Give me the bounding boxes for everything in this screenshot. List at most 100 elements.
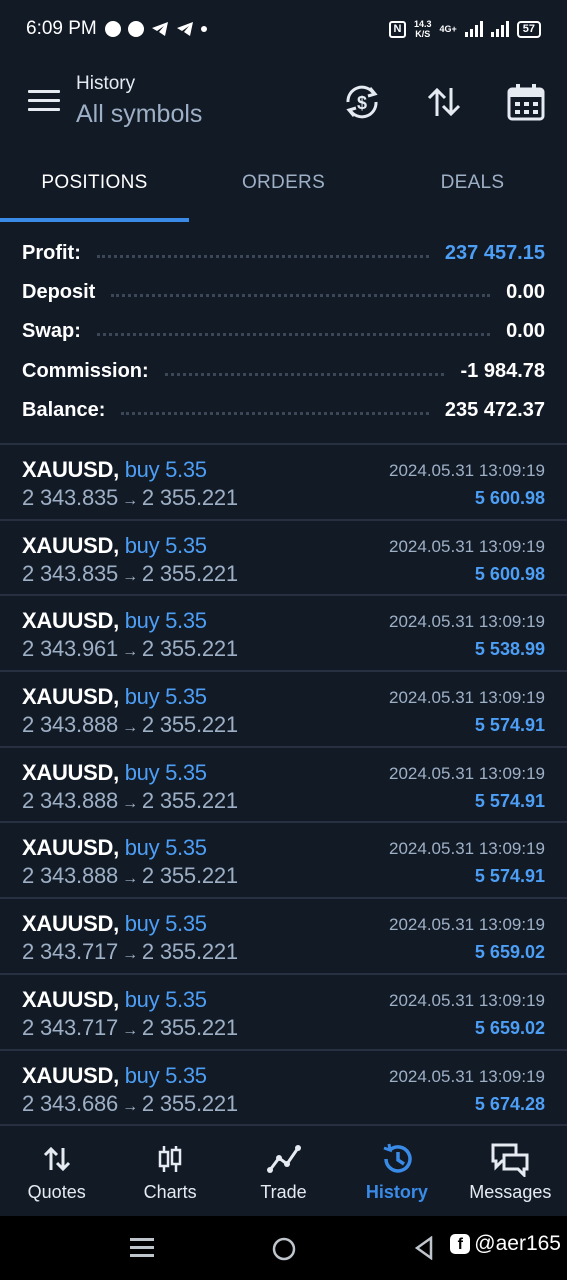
- summary-commission-row: Commission: -1 984.78: [22, 352, 545, 391]
- position-row[interactable]: XAUUSD, buy 5.35 2 343.888 → 2 355.221 2024.…: [0, 748, 567, 824]
- position-row[interactable]: XAUUSD, buy 5.35 2 343.686 → 2 355.221 2024.…: [0, 1051, 567, 1127]
- profit-value: 237 457.15: [444, 242, 545, 265]
- symbol-filter[interactable]: All symbols: [76, 96, 202, 132]
- screen: 6:09 PM N 14.3 K/S 4G+ 57 History All sy…: [0, 0, 567, 1280]
- position-side-volume: buy 5.35: [124, 759, 207, 785]
- nav-messages[interactable]: Messages: [454, 1128, 567, 1216]
- open-price: 2 343.717: [22, 1014, 119, 1040]
- position-symbol: XAUUSD, buy 5.35: [22, 608, 207, 634]
- position-symbol: XAUUSD, buy 5.35: [22, 911, 207, 937]
- position-row[interactable]: XAUUSD, buy 5.35 2 343.961 → 2 355.221 2024.…: [0, 596, 567, 673]
- signal-icon-2: [490, 21, 509, 37]
- symbol-name: XAUUSD,: [22, 1062, 119, 1088]
- symbol-name: XAUUSD,: [22, 986, 119, 1012]
- leader-dots: [164, 372, 445, 376]
- position-time: 2024.05.31 13:09:19: [389, 612, 545, 632]
- close-price: 2 355.221: [141, 485, 238, 510]
- position-row[interactable]: XAUUSD, buy 5.35 2 343.717 → 2 355.221 2024.…: [0, 975, 567, 1051]
- telegram-icon: [104, 21, 121, 37]
- position-profit: 5 574.91: [474, 866, 545, 887]
- position-time: 2024.05.31 13:09:19: [389, 688, 545, 708]
- page-title: History: [76, 73, 136, 94]
- summary-panel: Profit: 237 457.15 Deposit 0.00 Swap: 0.…: [22, 234, 545, 430]
- notification-icons: [104, 21, 207, 37]
- position-time: 2024.05.31 13:09:19: [389, 839, 545, 859]
- position-prices: 2 343.835 → 2 355.221: [22, 485, 238, 511]
- app-notification-icon: [127, 21, 144, 37]
- close-price: 2 355.221: [141, 560, 238, 586]
- position-side-volume: buy 5.35: [124, 1062, 207, 1088]
- summary-balance-row: Balance: 235 472.37: [22, 391, 545, 430]
- leader-dots: [111, 294, 491, 298]
- tab-orders[interactable]: ORDERS: [189, 150, 378, 222]
- currency-exchange-icon: $: [346, 85, 378, 119]
- position-side-volume: buy 5.35: [124, 835, 207, 861]
- balance-label: Balance:: [22, 398, 106, 421]
- tab-deals[interactable]: DEALS: [378, 150, 567, 222]
- balance-value: 235 472.37: [444, 398, 545, 421]
- arrow-right-icon: →: [122, 492, 138, 509]
- menu-button[interactable]: [28, 90, 60, 114]
- position-row[interactable]: XAUUSD, buy 5.35 2 343.835 → 2 355.221 2024.…: [0, 445, 567, 521]
- position-profit: 5 600.98: [474, 488, 545, 508]
- symbol-name: XAUUSD,: [22, 457, 119, 482]
- position-side-volume: buy 5.35: [124, 986, 207, 1012]
- sort-button[interactable]: [422, 80, 466, 124]
- open-price: 2 343.888: [22, 787, 119, 813]
- position-prices: 2 343.888 → 2 355.221: [22, 863, 238, 889]
- net-speed-value: 14.3: [413, 19, 432, 29]
- position-row[interactable]: XAUUSD, buy 5.35 2 343.888 → 2 355.221 2024.…: [0, 823, 567, 900]
- history-icon: [383, 1143, 412, 1173]
- summary-profit-row: Profit: 237 457.15: [22, 234, 545, 273]
- network-type: 4G+: [439, 24, 456, 34]
- recent-apps-button[interactable]: [130, 1236, 154, 1265]
- arrow-right-icon: →: [122, 1021, 138, 1039]
- position-symbol: XAUUSD, buy 5.35: [22, 457, 207, 483]
- recent-apps-icon: [130, 1238, 154, 1257]
- arrow-right-icon: →: [122, 870, 138, 888]
- nav-trade[interactable]: Trade: [227, 1128, 340, 1216]
- nav-history-label: History: [365, 1182, 428, 1202]
- close-price: 2 355.221: [141, 636, 238, 662]
- tab-positions[interactable]: POSITIONS: [0, 150, 189, 222]
- nav-trade-label: Trade: [260, 1182, 307, 1202]
- status-time: 6:09 PM: [26, 18, 97, 39]
- position-symbol: XAUUSD, buy 5.35: [22, 987, 207, 1013]
- nav-quotes[interactable]: Quotes: [0, 1128, 113, 1216]
- position-profit: 5 574.91: [474, 790, 545, 811]
- arrow-right-icon: →: [122, 794, 138, 812]
- home-button[interactable]: [271, 1236, 297, 1267]
- summary-deposit-row: Deposit 0.00: [22, 273, 545, 312]
- nav-charts[interactable]: Charts: [113, 1128, 226, 1216]
- arrow-right-icon: →: [122, 719, 138, 737]
- close-price: 2 355.221: [141, 1090, 238, 1116]
- position-symbol: XAUUSD, buy 5.35: [22, 1063, 207, 1089]
- title-block[interactable]: History All symbols: [76, 72, 202, 132]
- home-icon: [272, 1237, 296, 1261]
- position-row[interactable]: XAUUSD, buy 5.35 2 343.888 → 2 355.221 2024.…: [0, 672, 567, 748]
- quotes-icon: [43, 1146, 70, 1172]
- close-price: 2 355.221: [141, 712, 238, 738]
- calendar-icon: [507, 84, 545, 121]
- system-nav-bar: f @aer165: [0, 1216, 567, 1280]
- back-icon: [414, 1235, 433, 1261]
- close-price: 2 355.221: [141, 939, 238, 965]
- nav-quotes-label: Quotes: [27, 1182, 86, 1202]
- position-time: 2024.05.31 13:09:19: [389, 990, 545, 1010]
- symbol-name: XAUUSD,: [22, 532, 119, 558]
- currency-exchange-button[interactable]: $: [340, 80, 384, 124]
- position-row[interactable]: XAUUSD, buy 5.35 2 343.717 → 2 355.221 2024.…: [0, 899, 567, 975]
- position-profit: 5 600.98: [474, 563, 545, 584]
- arrow-right-icon: →: [122, 643, 138, 661]
- nav-history[interactable]: History: [340, 1128, 453, 1216]
- back-button[interactable]: [414, 1235, 434, 1265]
- position-side-volume: buy 5.35: [124, 532, 207, 558]
- commission-value: -1 984.78: [460, 359, 545, 382]
- position-time: 2024.05.31 13:09:19: [389, 915, 545, 935]
- calendar-button[interactable]: [504, 80, 548, 124]
- symbol-name: XAUUSD,: [22, 608, 119, 634]
- position-side-volume: buy 5.35: [124, 911, 207, 937]
- open-price: 2 343.717: [22, 939, 119, 965]
- position-row[interactable]: XAUUSD, buy 5.35 2 343.835 → 2 355.221 2024.…: [0, 521, 567, 597]
- watermark-text: @aer165: [474, 1232, 561, 1255]
